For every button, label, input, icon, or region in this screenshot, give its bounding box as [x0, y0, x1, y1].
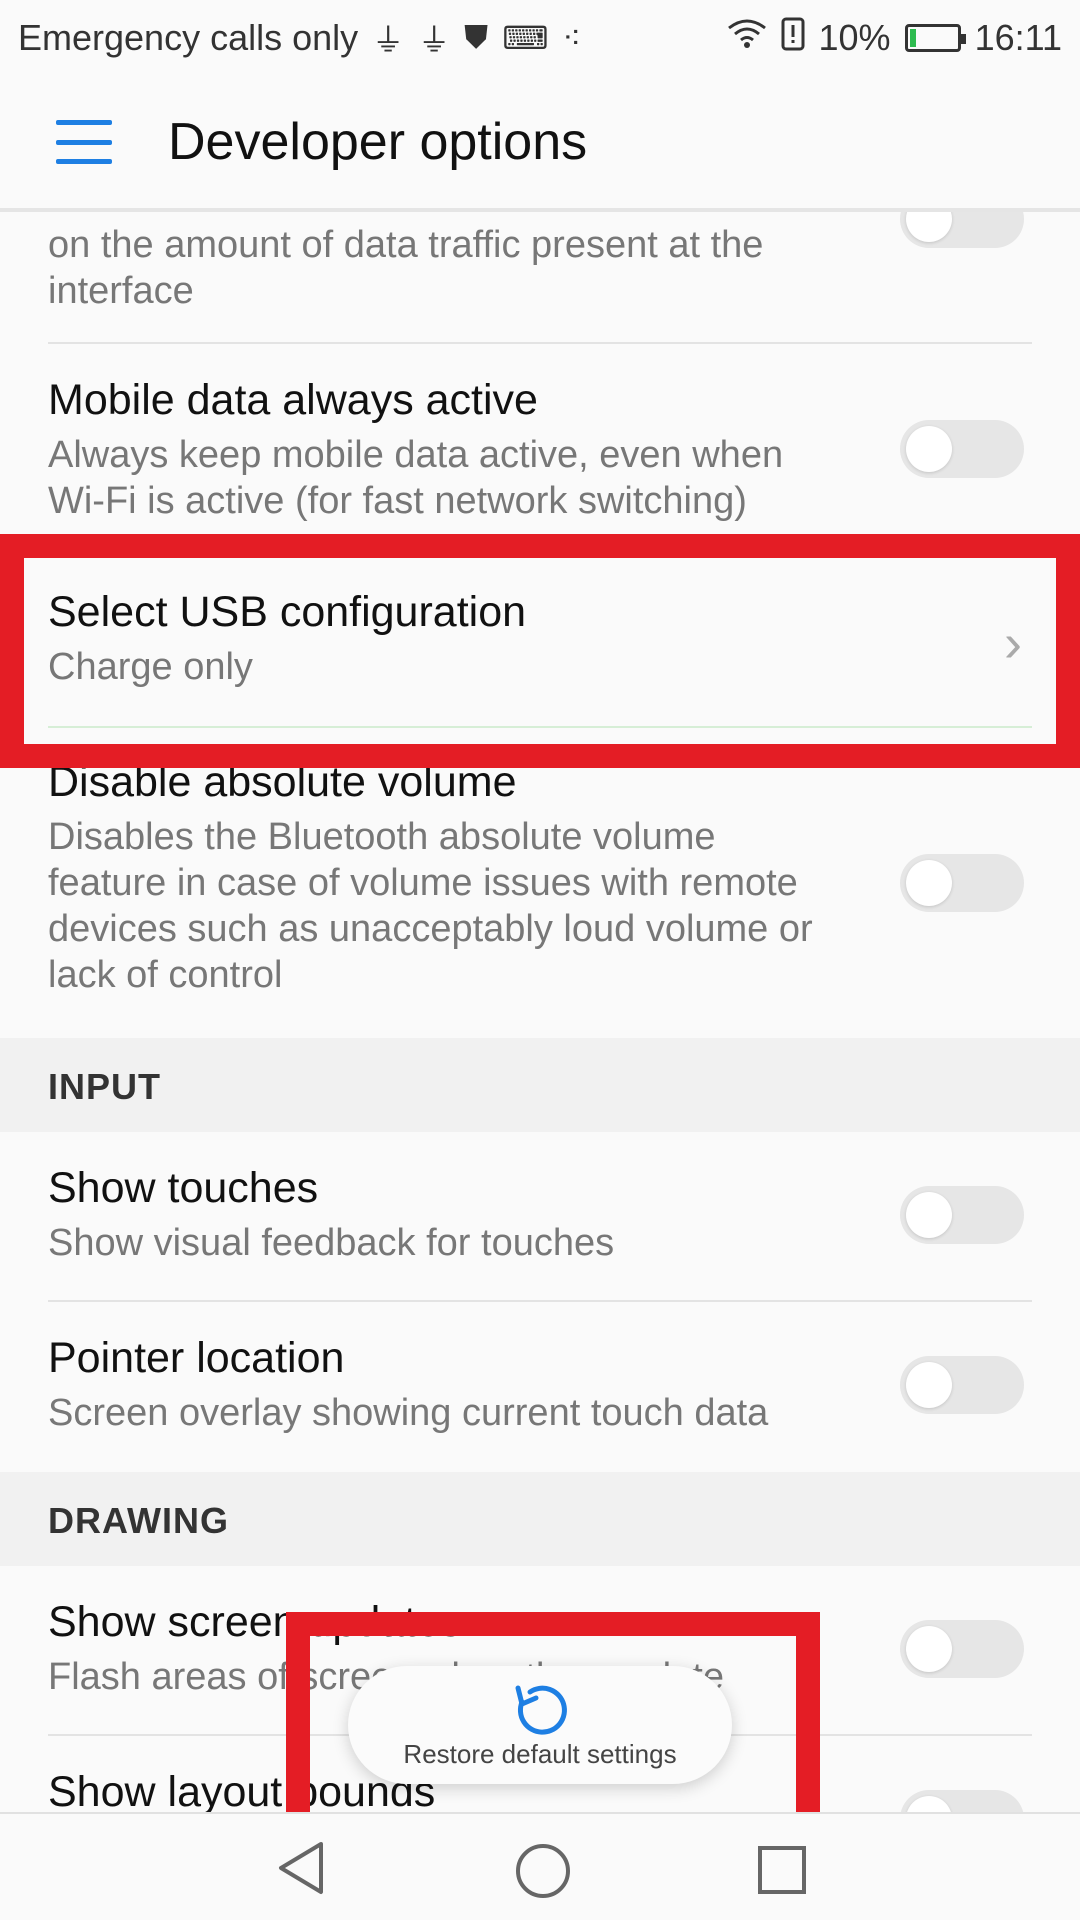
status-bar: Emergency calls only ⏚ ⏚ ⛊ ⌨ ⁖ 10% 16:11	[0, 0, 1080, 76]
settings-list[interactable]: on the amount of data traffic present at…	[0, 212, 1080, 1812]
divider	[48, 342, 1032, 344]
item-title: Pointer location	[48, 1334, 345, 1382]
item-subtitle: Show visual feedback for touches	[48, 1222, 615, 1264]
item-subtitle: interface	[48, 270, 194, 312]
item-subtitle: Always keep mobile data active, even whe…	[48, 434, 784, 476]
item-subtitle: Disables the Bluetooth absolute volume	[48, 816, 716, 858]
list-item-absolute-volume[interactable]: Disable absolute volume Disables the Blu…	[48, 756, 1032, 998]
battery-percent: 10%	[818, 17, 891, 58]
item-subtitle: feature in case of volume issues with re…	[48, 862, 798, 904]
list-item-show-touches[interactable]: Show touches Show visual feedback for to…	[48, 1162, 1032, 1266]
section-label: DRAWING	[48, 1500, 229, 1541]
item-title: Mobile data always active	[48, 376, 538, 424]
list-item-pointer-location[interactable]: Pointer location Screen overlay showing …	[48, 1332, 1032, 1436]
show-touches-toggle[interactable]	[900, 1186, 1024, 1244]
restore-defaults-toast[interactable]: Restore default settings	[348, 1666, 732, 1784]
menu-icon[interactable]	[56, 120, 112, 164]
section-header-drawing: DRAWING	[0, 1472, 1080, 1566]
assistant-icon: ⁖	[562, 20, 582, 56]
list-item-partial[interactable]: on the amount of data traffic present at…	[48, 222, 1032, 314]
refresh-icon	[508, 1678, 572, 1742]
absolute-volume-toggle[interactable]	[900, 854, 1024, 912]
keyboard-icon: ⌨	[502, 20, 549, 56]
usb-icon-2: ⏚	[418, 22, 451, 58]
item-subtitle: on the amount of data traffic present at…	[48, 224, 764, 266]
list-item-mobile-data[interactable]: Mobile data always active Always keep mo…	[48, 374, 1032, 524]
app-bar: Developer options	[0, 76, 1080, 208]
clock-time: 16:11	[974, 17, 1062, 58]
item-subtitle: lack of control	[48, 954, 283, 996]
pointer-location-toggle[interactable]	[900, 1356, 1024, 1414]
page-title: Developer options	[168, 113, 588, 171]
layout-bounds-toggle[interactable]	[900, 1790, 1024, 1812]
home-icon[interactable]	[516, 1844, 570, 1898]
highlight-box-usb	[0, 534, 1080, 768]
back-icon[interactable]	[275, 1840, 327, 1901]
wifi-icon	[727, 18, 767, 58]
toast-label: Restore default settings	[403, 1739, 677, 1769]
section-label: INPUT	[48, 1066, 161, 1107]
toggle-switch-partial[interactable]	[900, 212, 1024, 248]
divider	[48, 1300, 1032, 1302]
carrier-text: Emergency calls only	[18, 17, 359, 58]
sim-alert-icon	[781, 17, 805, 59]
item-subtitle: Wi-Fi is active (for fast network switch…	[48, 480, 747, 522]
recent-apps-icon[interactable]	[758, 1846, 806, 1894]
shield-icon: ⛊	[464, 19, 489, 55]
item-subtitle: Screen overlay showing current touch dat…	[48, 1392, 769, 1434]
navigation-bar	[0, 1812, 1080, 1920]
mobile-data-toggle[interactable]	[900, 420, 1024, 478]
section-header-input: INPUT	[0, 1038, 1080, 1132]
screen-updates-toggle[interactable]	[900, 1620, 1024, 1678]
item-subtitle: devices such as unacceptably loud volume…	[48, 908, 813, 950]
usb-icon: ⏚	[372, 22, 405, 58]
battery-icon	[904, 24, 966, 52]
item-title: Show touches	[48, 1164, 319, 1212]
